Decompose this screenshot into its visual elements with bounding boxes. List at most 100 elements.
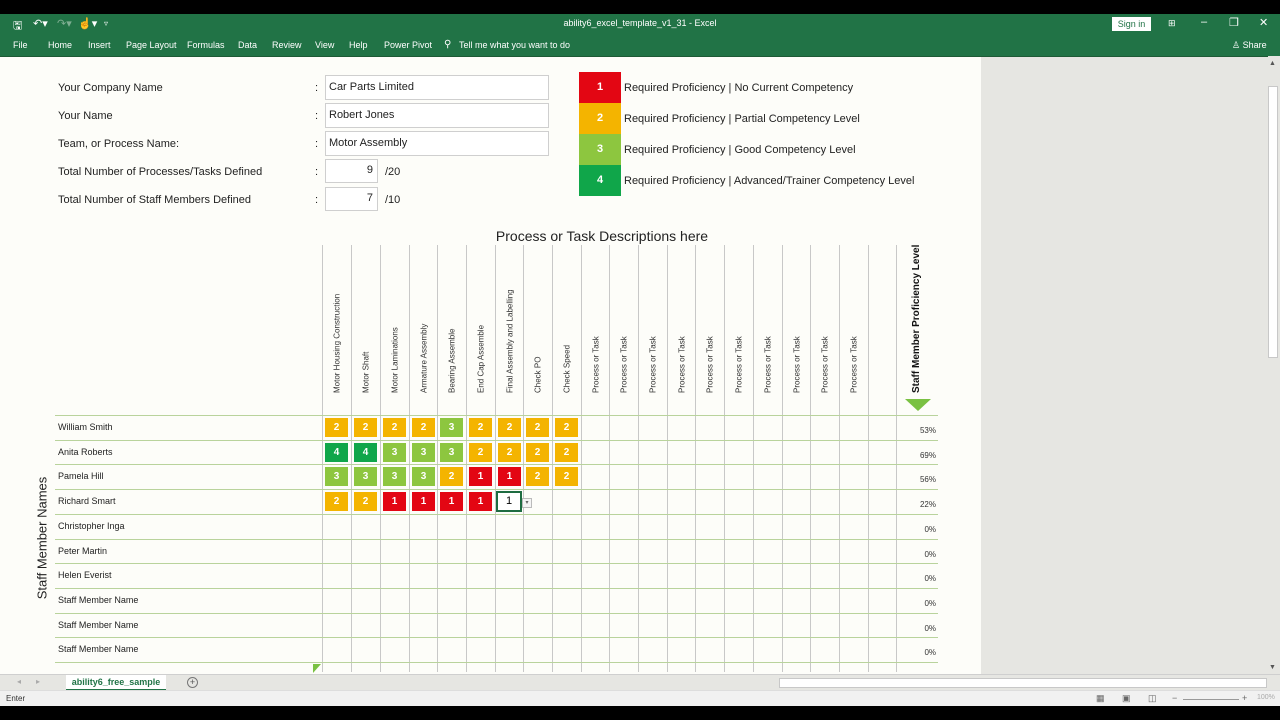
- zoom-out-icon[interactable]: −: [1172, 693, 1177, 703]
- competency-cell[interactable]: 1: [469, 492, 492, 511]
- page-layout-view-icon[interactable]: ▣: [1122, 693, 1131, 704]
- task-header[interactable]: Motor Laminations: [380, 245, 409, 395]
- task-header[interactable]: Final Assembly and Labelling: [495, 245, 524, 395]
- normal-view-icon[interactable]: ▦: [1096, 693, 1105, 704]
- team-field[interactable]: Motor Assembly: [325, 131, 549, 156]
- task-header[interactable]: Check Speed: [552, 245, 581, 395]
- competency-cell[interactable]: 3: [440, 443, 463, 462]
- sheet-tab-active[interactable]: ability6_free_sample: [66, 675, 166, 691]
- staff-name[interactable]: Peter Martin: [58, 546, 107, 556]
- task-header[interactable]: Bearing Assemble: [437, 245, 466, 395]
- competency-cell[interactable]: 2: [555, 418, 578, 437]
- task-header[interactable]: Process or Task: [581, 245, 610, 395]
- competency-cell[interactable]: 2: [383, 418, 406, 437]
- task-header[interactable]: Process or Task: [609, 245, 638, 395]
- competency-cell[interactable]: 3: [383, 443, 406, 462]
- zoom-slider[interactable]: [1183, 699, 1239, 700]
- staff-name[interactable]: Helen Everist: [58, 570, 112, 580]
- next-sheet-icon[interactable]: ▸: [36, 677, 40, 686]
- competency-cell[interactable]: 3: [412, 443, 435, 462]
- staff-name[interactable]: Staff Member Name: [58, 644, 138, 654]
- scroll-up-icon[interactable]: ▲: [1269, 60, 1276, 67]
- prev-sheet-icon[interactable]: ◂: [17, 677, 21, 686]
- task-header[interactable]: Motor Shaft: [351, 245, 380, 395]
- zoom-level[interactable]: 100%: [1257, 694, 1275, 701]
- staff-name[interactable]: Richard Smart: [58, 496, 116, 506]
- tab-insert[interactable]: Insert: [88, 40, 111, 50]
- close-button[interactable]: ✕: [1259, 16, 1268, 29]
- tab-home[interactable]: Home: [48, 40, 72, 50]
- task-header[interactable]: Motor Housing Construction: [322, 245, 351, 395]
- competency-cell[interactable]: 2: [354, 492, 377, 511]
- competency-cell[interactable]: 2: [440, 467, 463, 486]
- task-header[interactable]: Process or Task: [667, 245, 696, 395]
- competency-cell[interactable]: 2: [526, 443, 549, 462]
- scroll-down-icon[interactable]: ▼: [1269, 664, 1276, 671]
- tab-help[interactable]: Help: [349, 40, 368, 50]
- competency-cell[interactable]: 3: [440, 418, 463, 437]
- tab-power-pivot[interactable]: Power Pivot: [384, 40, 432, 50]
- tab-file[interactable]: File: [13, 40, 28, 50]
- staff-name[interactable]: Anita Roberts: [58, 447, 113, 457]
- staff-name[interactable]: Staff Member Name: [58, 620, 138, 630]
- task-header[interactable]: Process or Task: [782, 245, 811, 395]
- task-header[interactable]: Process or Task: [753, 245, 782, 395]
- competency-cell[interactable]: 2: [325, 418, 348, 437]
- competency-cell[interactable]: 1: [469, 467, 492, 486]
- restore-button[interactable]: ❐: [1229, 16, 1239, 29]
- competency-cell[interactable]: 2: [555, 443, 578, 462]
- minimize-button[interactable]: –: [1201, 16, 1207, 28]
- competency-cell[interactable]: 3: [354, 467, 377, 486]
- competency-cell[interactable]: 1: [498, 467, 521, 486]
- company-field[interactable]: Car Parts Limited: [325, 75, 549, 100]
- competency-cell[interactable]: 2: [354, 418, 377, 437]
- add-sheet-button[interactable]: +: [187, 677, 198, 688]
- staff-name[interactable]: Pamela Hill: [58, 471, 104, 481]
- processes-count-field[interactable]: 9: [325, 159, 378, 183]
- task-header[interactable]: Process or Task: [724, 245, 753, 395]
- competency-cell[interactable]: 3: [383, 467, 406, 486]
- task-header[interactable]: Process or Task: [810, 245, 839, 395]
- tab-page-layout[interactable]: Page Layout: [126, 40, 177, 50]
- tab-data[interactable]: Data: [238, 40, 257, 50]
- vertical-scroll-thumb[interactable]: [1268, 86, 1278, 358]
- competency-cell[interactable]: 2: [412, 418, 435, 437]
- competency-cell[interactable]: 3: [412, 467, 435, 486]
- competency-cell[interactable]: 3: [325, 467, 348, 486]
- competency-cell[interactable]: 4: [354, 443, 377, 462]
- competency-cell[interactable]: 2: [498, 443, 521, 462]
- task-header[interactable]: Armature Assembly: [409, 245, 438, 395]
- share-button[interactable]: ♙ Share: [1232, 40, 1267, 51]
- competency-cell[interactable]: 2: [469, 443, 492, 462]
- competency-cell[interactable]: 1: [440, 492, 463, 511]
- staff-count-field[interactable]: 7: [325, 187, 378, 211]
- competency-cell[interactable]: 2: [325, 492, 348, 511]
- name-field[interactable]: Robert Jones: [325, 103, 549, 128]
- competency-cell[interactable]: 2: [498, 418, 521, 437]
- horizontal-scrollbar[interactable]: [779, 678, 1267, 688]
- staff-name[interactable]: Staff Member Name: [58, 595, 138, 605]
- competency-cell[interactable]: 2: [526, 467, 549, 486]
- tab-formulas[interactable]: Formulas: [187, 40, 225, 50]
- staff-name[interactable]: William Smith: [58, 422, 113, 432]
- page-break-view-icon[interactable]: ◫: [1148, 693, 1157, 704]
- competency-cell[interactable]: 2: [469, 418, 492, 437]
- zoom-in-icon[interactable]: +: [1242, 693, 1247, 703]
- tell-me-input[interactable]: Tell me what you want to do: [459, 40, 570, 50]
- task-header[interactable]: End Cap Assemble: [466, 245, 495, 395]
- task-header[interactable]: Process or Task: [695, 245, 724, 395]
- active-cell-editor[interactable]: 1: [496, 491, 522, 512]
- staff-name[interactable]: Christopher Inga: [58, 521, 125, 531]
- sign-in-button[interactable]: Sign in: [1112, 17, 1151, 31]
- task-header[interactable]: Process or Task: [839, 245, 868, 395]
- ribbon-display-icon[interactable]: ⊞: [1168, 18, 1176, 29]
- task-header[interactable]: Check PO: [523, 245, 552, 395]
- competency-cell[interactable]: 2: [555, 467, 578, 486]
- competency-cell[interactable]: 1: [383, 492, 406, 511]
- dropdown-arrow-icon[interactable]: ▾: [522, 498, 532, 508]
- tab-view[interactable]: View: [315, 40, 334, 50]
- competency-cell[interactable]: 2: [526, 418, 549, 437]
- task-header[interactable]: Process or Task: [638, 245, 667, 395]
- competency-cell[interactable]: 4: [325, 443, 348, 462]
- tab-review[interactable]: Review: [272, 40, 302, 50]
